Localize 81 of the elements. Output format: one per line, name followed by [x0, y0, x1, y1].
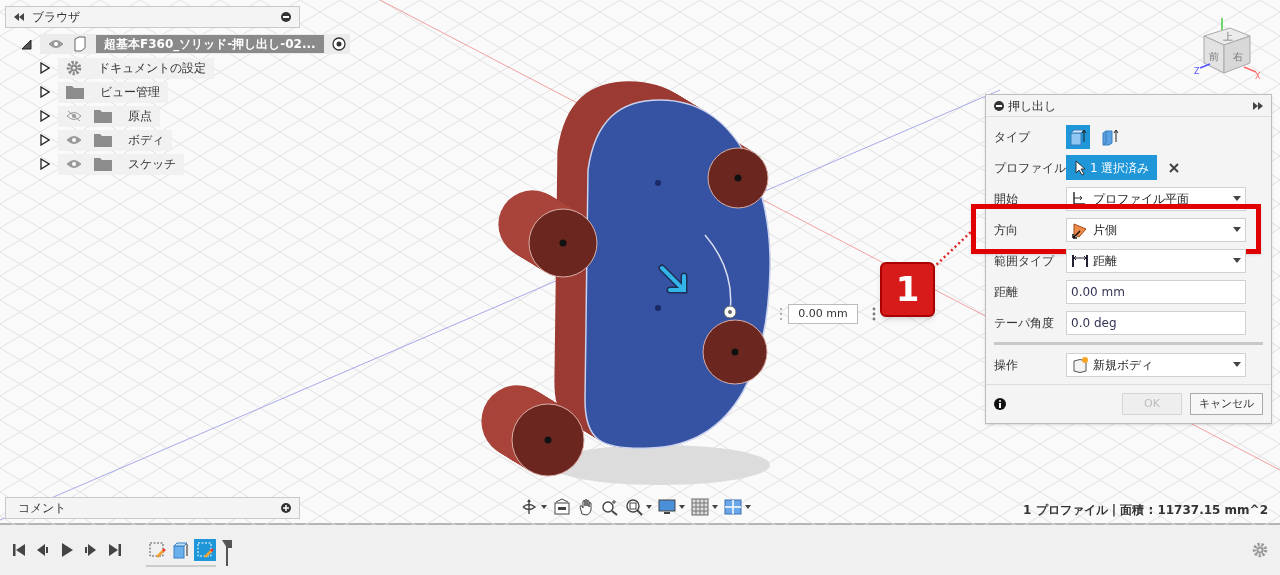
display-monitor-icon[interactable]	[658, 498, 676, 516]
collapsed-triangle-icon[interactable]	[40, 86, 50, 98]
go-to-start-icon[interactable]	[12, 542, 26, 558]
collapsed-triangle-icon[interactable]	[40, 134, 50, 146]
go-to-end-icon[interactable]	[108, 542, 122, 558]
step-back-icon[interactable]	[36, 542, 50, 558]
text-input-field[interactable]: 0.0 deg	[1066, 310, 1246, 335]
panel-title: コメント	[17, 500, 67, 517]
expand-panel-icon[interactable]	[1253, 101, 1263, 110]
caret-icon[interactable]	[745, 505, 751, 509]
collapsed-triangle-icon[interactable]	[40, 110, 50, 122]
minimize-icon[interactable]	[994, 100, 1004, 111]
field-label: プロファイル	[994, 159, 1066, 177]
cursor-arrow-icon	[1074, 159, 1086, 176]
field-label: 方向	[994, 221, 1019, 239]
activate-radio-icon[interactable]	[331, 37, 346, 51]
clear-selection-icon[interactable]	[1169, 162, 1180, 173]
folder-icon	[94, 109, 112, 123]
collapse-panel-icon[interactable]	[14, 13, 24, 21]
cube-face-label[interactable]: 上	[1223, 31, 1233, 42]
minimize-icon[interactable]	[281, 12, 291, 22]
zoom-fit-icon[interactable]	[625, 498, 643, 516]
field-label: 開始	[994, 190, 1019, 208]
eye-icon[interactable]	[66, 135, 82, 145]
caret-icon[interactable]	[712, 505, 718, 509]
timeline-marker-icon[interactable]	[222, 540, 232, 566]
cancel-button[interactable]: キャンセル	[1190, 393, 1263, 415]
eye-icon[interactable]	[66, 159, 82, 169]
dropdown-field[interactable]: 距離	[1066, 248, 1246, 273]
field-label: テーパ角度	[994, 314, 1055, 332]
extrude-type-button[interactable]	[1066, 124, 1090, 149]
hand-pan-icon[interactable]	[577, 498, 595, 516]
step-forward-icon[interactable]	[84, 542, 98, 558]
info-icon[interactable]	[994, 398, 1006, 410]
play-icon[interactable]	[60, 542, 74, 558]
dropdown-caret-icon[interactable]	[1233, 227, 1241, 232]
one-side-direction-icon	[1071, 220, 1089, 239]
direction-arrow-icon[interactable]	[658, 264, 688, 294]
field-label: 操作	[994, 356, 1019, 374]
caret-icon[interactable]	[541, 505, 547, 509]
dropdown-caret-icon[interactable]	[1233, 196, 1241, 201]
extrude-icon	[172, 541, 190, 559]
axis-label: Z	[1194, 67, 1200, 76]
cube-face-label[interactable]: 前	[1209, 51, 1219, 62]
screen-view-icon[interactable]	[553, 498, 571, 516]
dimension-input-field[interactable]: 0.00 mm	[788, 304, 858, 324]
expanded-triangle-icon[interactable]	[21, 38, 32, 50]
axis-label: X	[1255, 72, 1261, 81]
gear-icon	[66, 60, 82, 76]
add-comment-icon[interactable]	[281, 503, 291, 513]
dropdown-caret-icon[interactable]	[1233, 258, 1241, 263]
zoom-icon[interactable]	[601, 498, 619, 516]
sketch-icon	[196, 541, 214, 559]
drag-handle-icon[interactable]	[723, 305, 737, 319]
grip-icon[interactable]	[778, 306, 784, 322]
folder-icon	[66, 85, 84, 99]
component-icon	[72, 36, 88, 52]
sketch-icon	[148, 541, 166, 559]
dropdown-field[interactable]: 新規ボディ	[1066, 352, 1246, 377]
eye-icon[interactable]	[48, 39, 64, 49]
field-label: 範囲タイプ	[994, 252, 1056, 270]
step-number-badge: 1	[880, 262, 935, 317]
caret-icon[interactable]	[679, 505, 685, 509]
panel-title: ブラウザ	[32, 9, 81, 26]
solid-box-icon	[1069, 127, 1087, 146]
new-body-icon	[1071, 355, 1089, 374]
caret-icon[interactable]	[646, 505, 652, 509]
dropdown-field[interactable]: 片側	[1066, 217, 1246, 242]
collapsed-triangle-icon[interactable]	[40, 158, 50, 170]
folder-icon	[94, 133, 112, 147]
thin-wall-icon	[1101, 127, 1119, 146]
orbit-icon[interactable]	[520, 498, 538, 516]
folder-icon	[94, 157, 112, 171]
field-label: タイプ	[994, 128, 1032, 146]
field-label: 距離	[994, 283, 1019, 301]
status-text: 1 プロファイル | 面積 : 11737.15 mm^2	[1023, 502, 1268, 519]
more-options-icon[interactable]	[870, 306, 878, 322]
dialog-title: 押し出し	[1008, 97, 1057, 115]
collapsed-triangle-icon[interactable]	[40, 62, 50, 74]
text-input-field[interactable]: 0.00 mm	[1066, 279, 1246, 304]
dropdown-caret-icon[interactable]	[1233, 362, 1241, 367]
